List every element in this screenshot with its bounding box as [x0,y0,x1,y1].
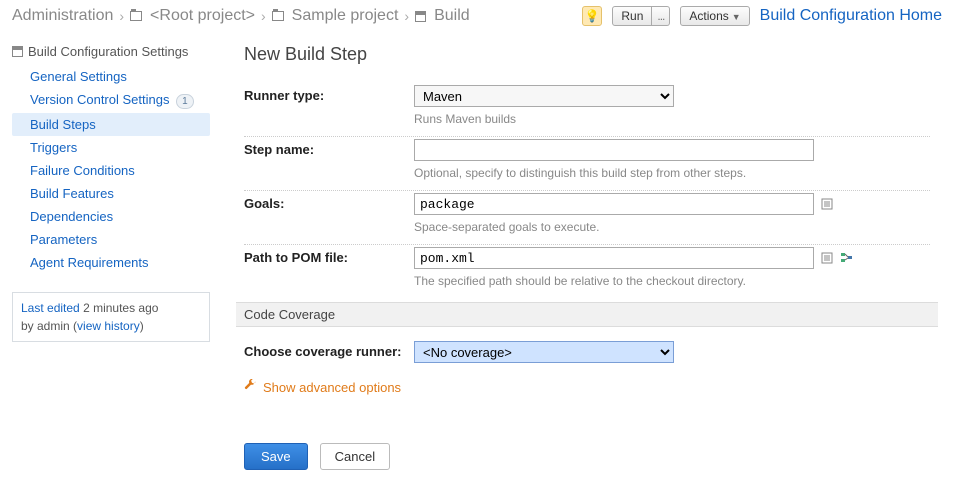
last-edited-link[interactable]: Last edited [21,301,80,315]
project-icon [272,11,284,21]
actions-button[interactable]: Actions ▼ [680,6,749,26]
row-runner-type: Runner type: Maven Runs Maven builds [244,79,930,128]
chevron-right-icon: › [261,8,266,24]
caret-down-icon: ▼ [732,12,741,22]
last-edited-time: 2 minutes ago [83,301,158,315]
wrench-icon [244,379,257,395]
expand-icon[interactable] [820,251,834,265]
row-goals: Goals: Space-separated goals to execute. [244,190,930,236]
run-more-button[interactable]: ... [652,6,670,26]
sidebar-item-agent-reqs[interactable]: Agent Requirements [12,251,210,274]
sidebar-title: Build Configuration Settings [12,44,210,59]
chevron-right-icon: › [119,8,124,24]
runner-type-label: Runner type: [244,85,414,103]
save-button[interactable]: Save [244,443,308,470]
pom-label: Path to POM file: [244,247,414,265]
sidebar: Build Configuration Settings General Set… [0,36,220,490]
sidebar-item-label: Build Steps [30,117,96,132]
breadcrumb: Administration › <Root project> › Sample… [0,0,954,36]
sidebar-item-params[interactable]: Parameters [12,228,210,251]
sidebar-item-failure[interactable]: Failure Conditions [12,159,210,182]
coverage-select[interactable]: <No coverage> [414,341,674,363]
sidebar-item-label: Triggers [30,140,77,155]
crumb-admin[interactable]: Administration [12,7,113,25]
main-content: New Build Step Runner type: Maven Runs M… [220,36,954,490]
show-advanced-label: Show advanced options [263,380,401,395]
coverage-section-header: Code Coverage [236,302,938,327]
badge: 1 [176,94,194,109]
crumb-project[interactable]: Sample project [292,7,399,25]
last-edited-by: by admin ( [21,319,77,333]
pom-hint: The specified path should be relative to… [414,272,930,288]
paren-close: ) [140,319,144,333]
sidebar-item-label: General Settings [30,69,127,84]
sidebar-item-deps[interactable]: Dependencies [12,205,210,228]
page-title: New Build Step [244,44,930,65]
step-name-hint: Optional, specify to distinguish this bu… [414,164,930,180]
cancel-button[interactable]: Cancel [320,443,390,470]
crumb-root[interactable]: <Root project> [150,7,255,25]
goals-hint: Space-separated goals to execute. [414,218,930,234]
button-row: Save Cancel [244,443,930,470]
pom-input[interactable] [414,247,814,269]
goals-input[interactable] [414,193,814,215]
tree-picker-icon[interactable] [840,251,854,265]
sidebar-item-build-steps[interactable]: Build Steps [12,113,210,136]
sidebar-item-label: Parameters [30,232,97,247]
sidebar-item-label: Version Control Settings [30,92,169,107]
sidebar-title-text: Build Configuration Settings [28,44,188,59]
row-pom: Path to POM file: The specified path sho… [244,244,930,290]
sidebar-nav: General Settings Version Control Setting… [12,65,210,274]
sidebar-item-features[interactable]: Build Features [12,182,210,205]
row-coverage: Choose coverage runner: <No coverage> [244,335,930,365]
sidebar-item-label: Build Features [30,186,114,201]
goals-label: Goals: [244,193,414,211]
sidebar-item-label: Agent Requirements [30,255,149,270]
chevron-right-icon: › [404,8,409,24]
config-icon [415,11,426,22]
sidebar-meta: Last edited 2 minutes ago by admin (view… [12,292,210,342]
row-step-name: Step name: Optional, specify to distingu… [244,136,930,182]
expand-icon[interactable] [820,197,834,211]
sidebar-item-triggers[interactable]: Triggers [12,136,210,159]
show-advanced-link[interactable]: Show advanced options [244,379,930,395]
view-history-link[interactable]: view history [77,319,140,333]
sidebar-item-vcs[interactable]: Version Control Settings 1 [12,88,210,113]
actions-label: Actions [689,9,728,23]
crumb-config: Build [434,7,470,25]
step-name-input[interactable] [414,139,814,161]
project-icon [130,11,142,21]
build-config-home-link[interactable]: Build Configuration Home [760,7,942,25]
run-button-group: Run ... [612,6,670,26]
lightbulb-icon[interactable]: 💡 [582,6,602,26]
runner-type-hint: Runs Maven builds [414,110,930,126]
sidebar-item-label: Failure Conditions [30,163,135,178]
run-button[interactable]: Run [612,6,652,26]
runner-type-select[interactable]: Maven [414,85,674,107]
config-icon [12,46,23,57]
sidebar-item-label: Dependencies [30,209,113,224]
sidebar-item-general[interactable]: General Settings [12,65,210,88]
step-name-label: Step name: [244,139,414,157]
coverage-label: Choose coverage runner: [244,341,414,359]
